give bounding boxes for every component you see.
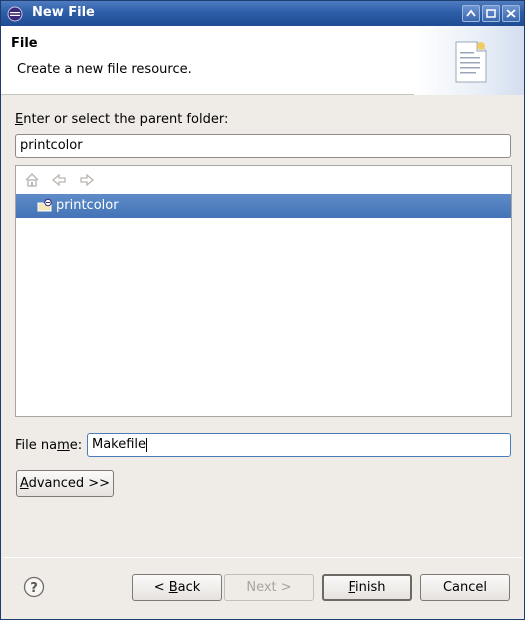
finish-button-label: inish (355, 580, 386, 595)
tree-item-printcolor[interactable]: printcolor (16, 194, 511, 218)
forward-arrow-icon[interactable] (79, 172, 95, 188)
tree-item-label: printcolor (56, 198, 119, 213)
next-button[interactable]: Next > (224, 574, 314, 601)
file-name-label-end: e: (69, 438, 83, 453)
close-button[interactable] (502, 5, 520, 22)
footer-separator (3, 557, 522, 558)
text-cursor (146, 437, 148, 452)
wizard-header: File Create a new file resource. (1, 26, 524, 95)
wizard-page-title: File (11, 36, 38, 51)
maximize-icon (486, 9, 496, 18)
cancel-button-label: Cancel (442, 580, 488, 595)
new-file-dialog: New File File Create a new file resource… (0, 0, 525, 620)
back-button-mnemonic: B (168, 580, 178, 595)
project-folder-icon (37, 198, 53, 218)
minimize-icon (466, 9, 476, 17)
advanced-button-label: dvanced >> (28, 476, 111, 491)
advanced-button[interactable]: Advanced >> (16, 470, 114, 497)
finish-button[interactable]: Finish (322, 574, 412, 601)
svg-text:?: ? (30, 581, 38, 596)
folder-tree[interactable]: printcolor (15, 165, 512, 417)
window-title: New File (32, 5, 95, 20)
home-icon[interactable] (24, 172, 40, 188)
maximize-button[interactable] (482, 5, 500, 22)
back-button-label: ack (177, 580, 201, 595)
parent-folder-label-mnemonic: E (15, 112, 24, 127)
file-name-label-mnemonic: m (57, 438, 70, 453)
help-icon[interactable]: ? (23, 576, 45, 602)
advanced-button-mnemonic: A (19, 476, 29, 491)
parent-folder-input[interactable]: printcolor (15, 134, 511, 158)
parent-folder-label-text: nter or select the parent folder: (23, 112, 229, 127)
tree-toolbar (16, 166, 511, 194)
parent-folder-label: Enter or select the parent folder: (15, 112, 228, 127)
new-file-document-icon (453, 40, 489, 88)
wizard-page-description: Create a new file resource. (17, 62, 192, 77)
back-button[interactable]: < Back (132, 574, 222, 601)
back-button-prefix: < (153, 580, 169, 595)
file-name-input[interactable]: Makefile (87, 433, 511, 457)
next-button-label: Next > (246, 580, 292, 595)
parent-folder-value: printcolor (20, 138, 83, 153)
minimize-button[interactable] (462, 5, 480, 22)
file-name-label-start: File na (15, 438, 58, 453)
back-arrow-icon[interactable] (51, 172, 67, 188)
close-icon (506, 9, 516, 18)
cancel-button[interactable]: Cancel (420, 574, 510, 601)
file-name-value: Makefile (92, 437, 147, 452)
eclipse-icon[interactable] (7, 6, 23, 22)
file-name-label: File name: (15, 438, 82, 453)
title-bar[interactable]: New File (1, 1, 524, 26)
